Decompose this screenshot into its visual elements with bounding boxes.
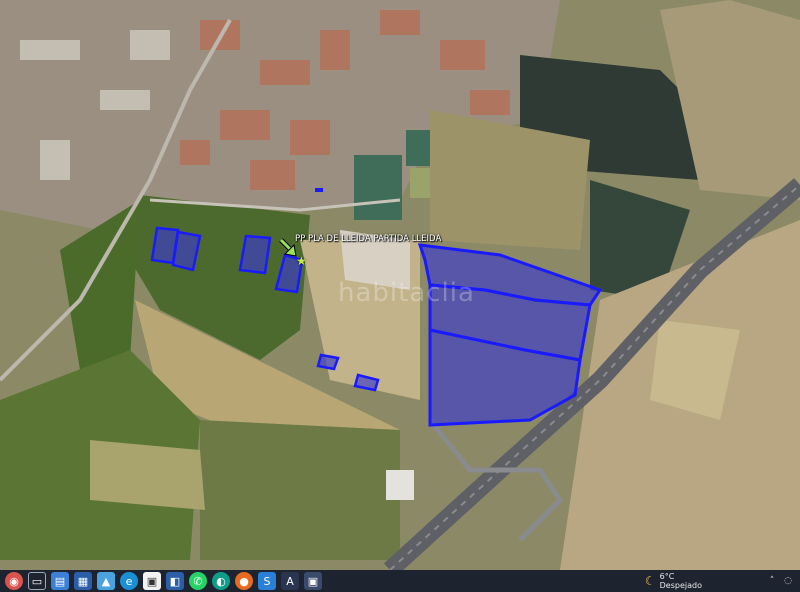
files-icon[interactable]: ◧ — [166, 572, 184, 590]
app-s-icon[interactable]: S — [258, 572, 276, 590]
moon-icon: ☾ — [644, 574, 656, 588]
windows-start-icon[interactable]: ◉ — [5, 572, 23, 590]
watermark: habitaclia — [338, 278, 475, 308]
placemark-label: PP PLA DE LLEIDA PARTIDA LLEIDA — [295, 234, 442, 244]
edge-icon[interactable]: e — [120, 572, 138, 590]
parcel-small-3 — [238, 234, 272, 275]
sports-field — [354, 155, 402, 220]
photos-icon[interactable]: ▲ — [97, 572, 115, 590]
system-tray: ☾ 6°C Despejado ˄ ◌ — [645, 572, 800, 590]
firefox-icon[interactable]: ● — [235, 572, 253, 590]
whatsapp-icon[interactable]: ✆ — [189, 572, 207, 590]
app-b-icon[interactable]: ▣ — [304, 572, 322, 590]
parcel-small-5 — [316, 353, 340, 371]
parcel-tiny — [315, 188, 323, 192]
weather-desc: Despejado — [659, 581, 702, 590]
network-icon[interactable]: ◌ — [782, 575, 794, 587]
app-a-icon[interactable]: A — [281, 572, 299, 590]
weather-temp: 6°C — [659, 572, 675, 581]
taskbar: ◉ ▭ ▤ ▦ ▲ e ▣ ◧ ✆ ◐ ● S A ▣ ☾ 6°C Despej… — [0, 570, 800, 592]
store-icon[interactable]: ▣ — [143, 572, 161, 590]
browser-icon[interactable]: ◐ — [212, 572, 230, 590]
weather-widget[interactable]: ☾ 6°C Despejado — [645, 572, 702, 590]
star-marker-icon[interactable]: ★ — [296, 254, 307, 268]
task-view-icon[interactable]: ▭ — [28, 572, 46, 590]
chevron-up-icon[interactable]: ˄ — [766, 575, 778, 587]
calendar-icon[interactable]: ▦ — [74, 572, 92, 590]
file-explorer-icon[interactable]: ▤ — [51, 572, 69, 590]
